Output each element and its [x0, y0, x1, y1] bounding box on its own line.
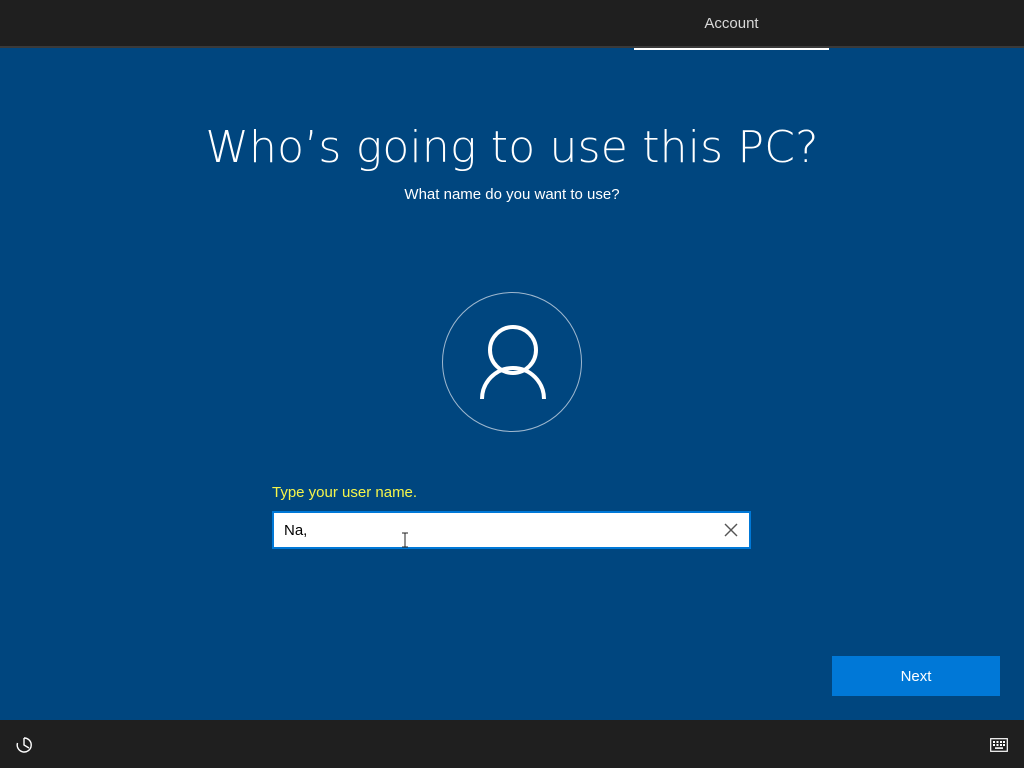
keyboard-icon[interactable] — [990, 738, 1008, 752]
next-button[interactable]: Next — [832, 656, 1000, 696]
clear-button[interactable] — [721, 520, 741, 540]
avatar — [442, 292, 582, 432]
ease-of-access-icon[interactable] — [15, 736, 33, 754]
tab-active-indicator — [634, 48, 829, 50]
username-field-container — [272, 511, 751, 549]
bottom-bar — [0, 720, 1024, 768]
text-cursor-icon — [402, 532, 408, 548]
username-label: Type your user name. — [272, 484, 418, 501]
username-input[interactable] — [284, 513, 714, 547]
page-title: Who’s going to use this PC? — [205, 122, 819, 173]
tab-account: Account — [634, 0, 829, 50]
user-icon — [480, 325, 546, 400]
page-subtitle: What name do you want to use? — [404, 186, 620, 203]
tab-account-label: Account — [704, 15, 759, 32]
close-icon — [724, 523, 738, 537]
top-bar: Account — [0, 0, 1024, 50]
